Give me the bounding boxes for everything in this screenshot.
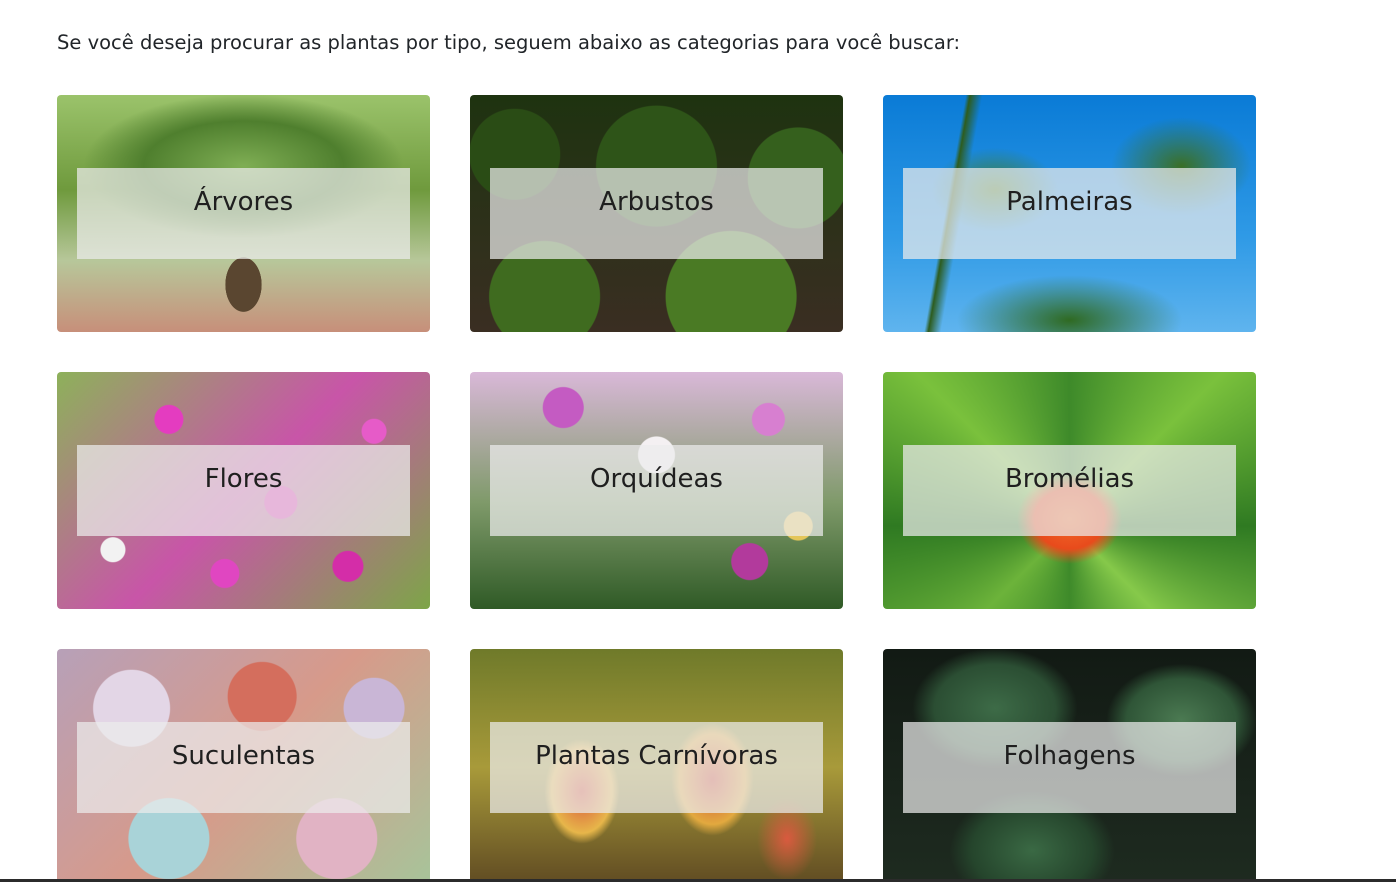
category-label-box: Orquídeas — [490, 445, 823, 536]
category-card-suculentas[interactable]: Suculentas — [57, 649, 430, 882]
category-label-box: Suculentas — [77, 722, 410, 813]
category-label-box: Palmeiras — [903, 168, 1236, 259]
category-label-box: Folhagens — [903, 722, 1236, 813]
category-label: Plantas Carnívoras — [535, 741, 778, 771]
category-label-box: Plantas Carnívoras — [490, 722, 823, 813]
category-card-bromelias[interactable]: Bromélias — [883, 372, 1256, 609]
category-card-plantas-carnivoras[interactable]: Plantas Carnívoras — [470, 649, 843, 882]
category-card-palmeiras[interactable]: Palmeiras — [883, 95, 1256, 332]
category-label: Orquídeas — [590, 464, 723, 494]
category-label: Árvores — [193, 187, 294, 217]
category-grid: Árvores Arbustos Palmeiras Flores Orquíd — [57, 95, 1256, 882]
category-label: Flores — [204, 464, 283, 494]
category-label-box: Flores — [77, 445, 410, 536]
category-label-box: Bromélias — [903, 445, 1236, 536]
category-card-folhagens[interactable]: Folhagens — [883, 649, 1256, 882]
category-label-box: Arbustos — [490, 168, 823, 259]
page: Se você deseja procurar as plantas por t… — [0, 0, 1396, 882]
intro-text: Se você deseja procurar as plantas por t… — [57, 31, 961, 54]
category-label: Bromélias — [1004, 464, 1135, 494]
category-label: Palmeiras — [1006, 187, 1133, 217]
category-label: Suculentas — [171, 741, 316, 771]
category-label: Folhagens — [1003, 741, 1136, 771]
category-card-arbustos[interactable]: Arbustos — [470, 95, 843, 332]
category-label-box: Árvores — [77, 168, 410, 259]
category-card-orquideas[interactable]: Orquídeas — [470, 372, 843, 609]
category-card-flores[interactable]: Flores — [57, 372, 430, 609]
category-card-arvores[interactable]: Árvores — [57, 95, 430, 332]
category-label: Arbustos — [599, 187, 714, 217]
